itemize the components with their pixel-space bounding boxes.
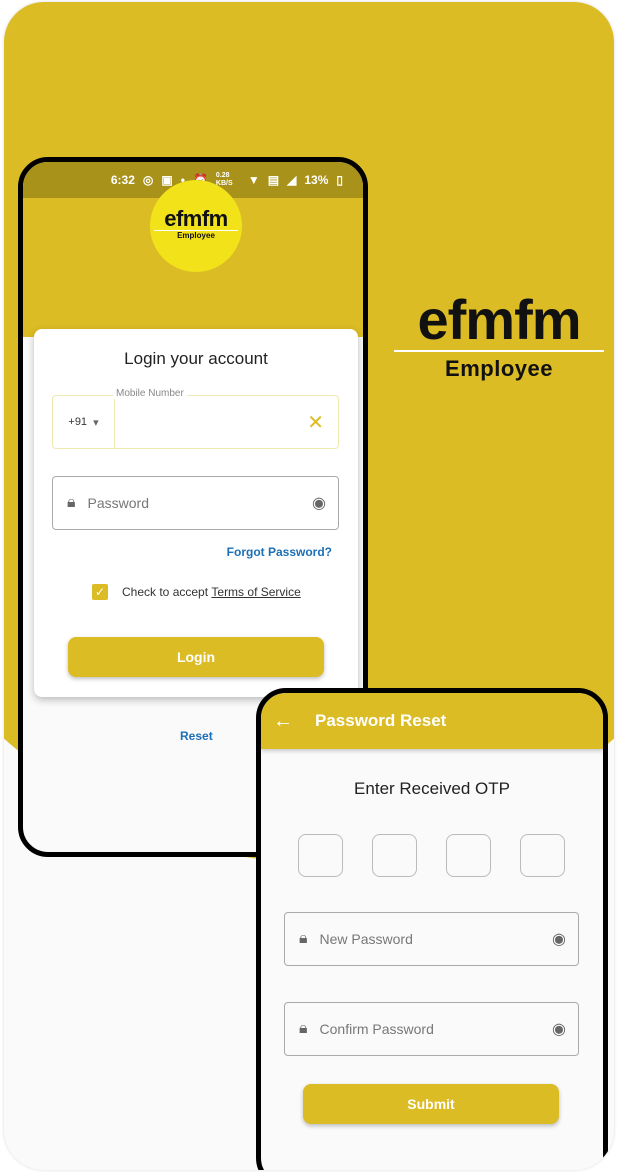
promo-card: 6:32 ◎ ▣ • ⏰ 0.28 KB/S ▼ ▤ ◢ 13% ▯ efmfm… bbox=[4, 2, 614, 1170]
wifi-icon: ▼ bbox=[247, 173, 260, 187]
confirm-password-input[interactable]: Confirm Password bbox=[320, 1021, 553, 1037]
login-card: Login your account Mobile Number +91 ▾ ✕ … bbox=[34, 329, 358, 697]
whatsapp-icon: ◎ bbox=[142, 173, 154, 187]
terms-checkbox[interactable]: ✓ bbox=[92, 584, 108, 600]
country-code: +91 bbox=[68, 416, 88, 428]
signal-icon: ◢ bbox=[287, 173, 297, 187]
reset-phone: ← Password Reset Enter Received OTP 🔒︎ N… bbox=[256, 688, 608, 1170]
otp-box[interactable] bbox=[372, 834, 417, 877]
reset-header: ← Password Reset bbox=[261, 693, 603, 749]
caret-down-icon: ▾ bbox=[93, 416, 99, 429]
clear-icon[interactable]: ✕ bbox=[307, 410, 324, 435]
submit-button[interactable]: Submit bbox=[303, 1084, 559, 1124]
battery: 13% bbox=[304, 173, 329, 187]
new-password-field[interactable]: 🔒︎ New Password ◉ bbox=[284, 912, 579, 966]
reset-title: Password Reset bbox=[315, 711, 447, 730]
login-button[interactable]: Login bbox=[68, 637, 324, 677]
accept-text: Check to accept bbox=[122, 585, 212, 599]
logo-sub: Employee bbox=[177, 231, 215, 240]
terms-row: ✓ Check to accept Terms of Service bbox=[82, 584, 301, 600]
lte-icon: ▤ bbox=[267, 173, 280, 187]
logo: efmfm Employee bbox=[150, 180, 242, 272]
otp-box[interactable] bbox=[298, 834, 343, 877]
otp-title: Enter Received OTP bbox=[354, 779, 510, 798]
login-title: Login your account bbox=[124, 349, 268, 368]
battery-icon: ▯ bbox=[336, 173, 343, 187]
teams-icon: ▣ bbox=[161, 173, 173, 187]
lock-icon: 🔒︎ bbox=[299, 930, 308, 947]
new-password-input[interactable]: New Password bbox=[320, 931, 553, 947]
confirm-password-field[interactable]: 🔒︎ Confirm Password ◉ bbox=[284, 1002, 579, 1056]
otp-box[interactable] bbox=[446, 834, 491, 877]
mobile-field[interactable]: Mobile Number +91 ▾ ✕ bbox=[52, 388, 339, 449]
password-field[interactable]: 🔒︎ Password ◉ bbox=[52, 476, 339, 530]
password-input[interactable]: Password bbox=[88, 495, 313, 511]
lock-icon: 🔒︎ bbox=[299, 1020, 308, 1037]
mobile-label: Mobile Number bbox=[113, 388, 187, 399]
lock-icon: 🔒︎ bbox=[67, 494, 76, 511]
brand-name: efmfm bbox=[394, 292, 604, 352]
back-arrow-icon[interactable]: ← bbox=[273, 710, 293, 733]
eye-off-icon[interactable]: ◉ bbox=[312, 493, 326, 513]
otp-box[interactable] bbox=[520, 834, 565, 877]
eye-icon[interactable]: ◉ bbox=[552, 929, 566, 949]
brand-sub: Employee bbox=[445, 356, 553, 381]
time: 6:32 bbox=[110, 173, 135, 187]
forgot-password-link[interactable]: Forgot Password? bbox=[227, 545, 332, 559]
terms-link[interactable]: Terms of Service bbox=[211, 585, 300, 599]
eye-icon[interactable]: ◉ bbox=[552, 1019, 566, 1039]
otp-inputs bbox=[298, 834, 603, 877]
reset-link[interactable]: Reset bbox=[180, 729, 213, 743]
logo-brand: efmfm bbox=[154, 208, 238, 231]
brand-logo: efmfm Employee bbox=[394, 292, 604, 382]
country-code-select[interactable]: +91 ▾ bbox=[53, 396, 115, 448]
